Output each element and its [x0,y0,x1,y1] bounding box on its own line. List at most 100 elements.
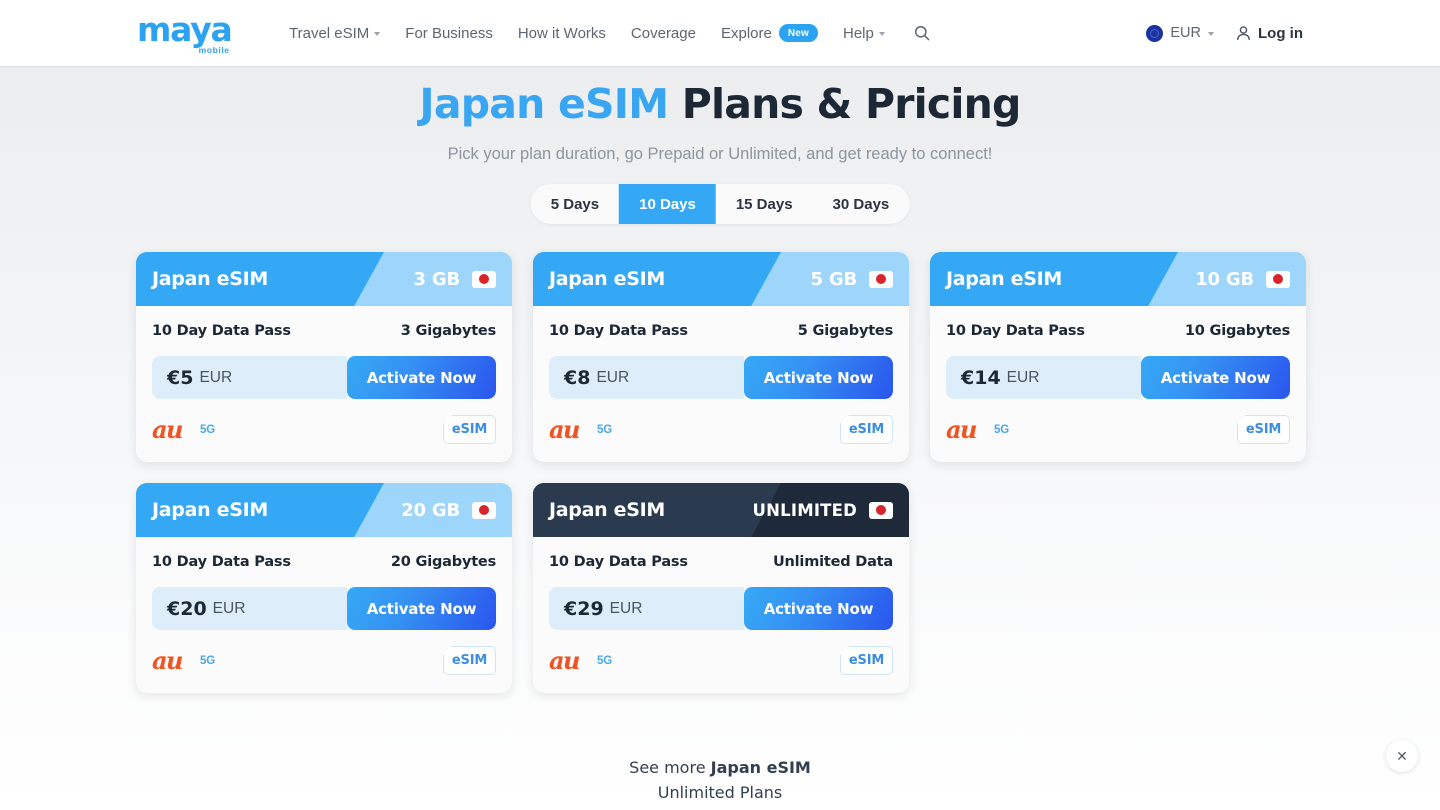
5g-network-label: 5G [200,654,215,667]
5g-network-label: 5G [597,423,612,436]
plan-price-amount: €8 [564,366,591,389]
plan-card-title: Japan eSIM [946,268,1063,290]
currency-label: EUR [1170,25,1201,41]
plan-card-header: Japan eSIM 5 GB [533,252,909,306]
plan-data-label: Unlimited Data [772,554,893,570]
activate-now-button[interactable]: Activate Now [744,587,893,630]
chevron-down-icon [878,32,885,36]
nav-item-label: For Business [405,24,493,42]
plan-card-info-row: 10 Day Data Pass 3 Gigabytes [136,306,512,339]
see-more-note[interactable]: See more Japan eSIM Unlimited Plans [0,756,1440,806]
plan-duration-label: 10 Day Data Pass [549,323,688,339]
au-carrier-logo-icon: au [946,414,978,444]
nav-item-label: How it Works [517,24,606,42]
plan-card-footer: au 5G eSIM [930,399,1306,462]
plan-card[interactable]: Japan eSIM 20 GB 10 Day Data Pass 20 Gigaby… [136,483,512,693]
plan-card-grid: Japan eSIM 3 GB 10 Day Data Pass 3 Gigabyte… [136,252,1312,693]
plan-card[interactable]: Japan eSIM 10 GB 10 Day Data Pass 10 Gigaby… [930,252,1306,462]
japan-flag-icon [1266,270,1290,288]
plan-price-currency: EUR [1006,368,1040,386]
page-subtitle: Pick your plan duration, go Prepaid or U… [447,145,993,163]
activate-now-button[interactable]: Activate Now [1141,356,1290,399]
activate-now-button[interactable]: Activate Now [347,587,496,630]
page-root: maya mobile Travel eSIM For Business How… [0,0,1440,810]
user-icon [1237,26,1250,41]
see-more-line2: Unlimited Plans [657,782,783,802]
tab-5-days[interactable]: 5 Days [531,184,619,224]
esim-badge-icon: eSIM [840,646,893,675]
plan-data-label: 10 Gigabytes [1184,323,1290,339]
plan-card-title: Japan eSIM [549,268,666,290]
au-carrier-logo-icon: au [152,645,184,675]
plan-card-size: 20 GB [401,499,460,521]
plan-card-info-row: 10 Day Data Pass 5 Gigabytes [533,306,909,339]
tab-15-days[interactable]: 15 Days [716,184,813,224]
new-badge: New [778,24,818,42]
login-label: Log in [1258,24,1303,42]
duration-tab-group: 5 Days 10 Days 15 Days 30 Days [530,184,910,224]
nav-item-explore[interactable]: Explore New [721,24,818,42]
logo-subtext: mobile [198,45,230,55]
nav-item-label: Explore [720,24,772,42]
plan-price-amount: €14 [961,366,1001,389]
page-title-rest: Plans & Pricing [668,80,1022,128]
nav-item-help[interactable]: Help [843,25,885,42]
search-icon[interactable] [914,25,930,41]
nav-item-label: Travel eSIM [289,24,370,42]
activate-now-button[interactable]: Activate Now [744,356,893,399]
plan-price-amount: €5 [167,366,194,389]
japan-flag-icon [472,270,496,288]
japan-flag-icon [472,501,496,519]
nav-item-coverage[interactable]: Coverage [631,25,696,42]
hero-section: Japan eSIM Plans & Pricing Pick your pla… [0,66,1440,164]
au-carrier-logo-icon: au [549,414,581,444]
see-more-prefix: See more [629,758,711,777]
tab-30-days[interactable]: 30 Days [813,184,910,224]
page-title-accent: Japan eSIM [419,80,669,128]
plan-card-header: Japan eSIM 3 GB [136,252,512,306]
login-button[interactable]: Log in [1236,25,1303,42]
plan-card-title: Japan eSIM [549,499,666,521]
japan-flag-icon [869,501,893,519]
plan-card-header: Japan eSIM 20 GB [136,483,512,537]
plan-card[interactable]: Japan eSIM 5 GB 10 Day Data Pass 5 Gigabyte… [533,252,909,462]
nav-item-label: Coverage [630,24,696,42]
nav-right-group: EUR Log in [1146,0,1303,66]
currency-selector[interactable]: EUR [1146,24,1214,42]
plan-card-info-row: 10 Day Data Pass 10 Gigabytes [930,306,1306,339]
plan-card-footer: au 5G eSIM [533,399,909,462]
plan-card-footer: au 5G eSIM [136,630,512,693]
plan-card-header: Japan eSIM 10 GB [930,252,1306,306]
au-carrier-logo-icon: au [549,645,581,675]
plan-duration-label: 10 Day Data Pass [152,554,291,570]
plan-data-label: 3 Gigabytes [400,323,496,339]
plan-card-header: Japan eSIM UNLIMITED [533,483,909,537]
maya-mobile-logo[interactable]: maya mobile [137,10,233,55]
plan-price-currency: EUR [199,368,233,386]
close-icon[interactable]: ✕ [1386,740,1418,772]
plan-price-box: €14 EUR [946,356,1141,399]
plan-card-footer: au 5G eSIM [136,399,512,462]
logo-wordmark: maya [137,10,233,49]
plan-card-size: UNLIMITED [752,500,857,520]
plan-price-currency: EUR [609,599,643,617]
plan-card[interactable]: Japan eSIM UNLIMITED 10 Day Data Pass Unlim… [533,483,909,693]
see-more-bold: Japan eSIM [710,758,811,777]
plan-price-row: €14 EUR Activate Now [946,356,1290,399]
nav-item-travel-esim[interactable]: Travel eSIM [289,24,381,42]
tab-10-days[interactable]: 10 Days [619,184,716,224]
esim-badge-icon: eSIM [443,415,496,444]
plan-card-size: 3 GB [413,268,461,290]
plan-duration-label: 10 Day Data Pass [152,323,291,339]
plan-price-row: €20 EUR Activate Now [152,587,496,630]
plan-price-box: €20 EUR [152,587,347,630]
nav-item-how-it-works[interactable]: How it Works [518,25,606,42]
euro-flag-icon [1146,24,1164,42]
plan-price-row: €29 EUR Activate Now [549,587,893,630]
activate-now-button[interactable]: Activate Now [347,356,496,399]
plan-data-label: 5 Gigabytes [797,323,893,339]
japan-flag-icon [869,270,893,288]
plan-data-label: 20 Gigabytes [390,554,496,570]
nav-item-for-business[interactable]: For Business [405,25,493,42]
plan-card[interactable]: Japan eSIM 3 GB 10 Day Data Pass 3 Gigabyte… [136,252,512,462]
